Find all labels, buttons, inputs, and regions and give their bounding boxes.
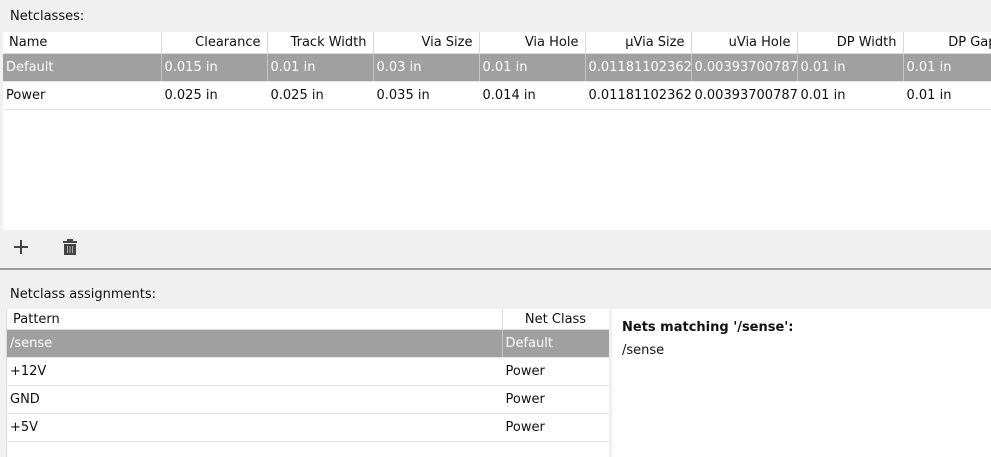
column-header-track-width[interactable]: Track Width [267,32,374,54]
cell-microvia-size[interactable]: 0.01181102362 [585,53,692,82]
cell-pattern[interactable]: GND [7,385,503,414]
matching-nets-panel: Nets matching '/sense': /sense [612,309,991,457]
matching-nets-title: Nets matching '/sense': [622,320,794,335]
column-header-via-hole[interactable]: Via Hole [479,32,586,54]
column-header-dp-width[interactable]: DP Width [797,32,904,54]
column-header-microvia-hole[interactable]: uVia Hole [691,32,798,54]
cell-dp-gap[interactable]: 0.01 in [903,53,991,82]
column-header-net-class[interactable]: Net Class [502,309,609,330]
cell-via-size[interactable]: 0.03 in [373,53,480,82]
cell-net-class[interactable]: Power [501,413,609,442]
netclasses-table: Name Clearance Track Width Via Size Via … [3,32,991,110]
netclasses-label: Netclasses: [10,9,85,24]
cell-net-class[interactable]: Power [501,357,609,386]
cell-track-width[interactable]: 0.025 in [267,81,374,110]
matching-net-item: /sense [622,343,665,358]
cell-via-hole[interactable]: 0.01 in [479,53,586,82]
cell-name[interactable]: Default [3,53,162,82]
cell-pattern[interactable]: +5V [7,413,503,442]
column-header-microvia-size[interactable]: μVia Size [585,32,692,54]
netclass-assignments-label: Netclass assignments: [10,287,156,302]
cell-dp-width[interactable]: 0.01 in [797,81,904,110]
assignment-row[interactable]: +12V Power [7,357,609,386]
cell-microvia-hole[interactable]: 0.00393700787 [691,81,798,110]
assignment-row[interactable]: +5V Power [7,413,609,442]
netclass-row-power[interactable]: Power 0.025 in 0.025 in 0.035 in 0.014 i… [3,81,991,110]
assignments-table: Pattern Net Class /sense Default +12V Po… [7,309,609,442]
panel-splitter[interactable] [0,268,991,270]
assignments-grid: Pattern Net Class /sense Default +12V Po… [6,309,609,457]
cell-dp-gap[interactable]: 0.01 in [903,81,991,110]
cell-clearance[interactable]: 0.015 in [161,53,268,82]
cell-clearance[interactable]: 0.025 in [161,81,268,110]
column-header-clearance[interactable]: Clearance [161,32,268,54]
cell-microvia-size[interactable]: 0.01181102362 [585,81,692,110]
cell-name[interactable]: Power [3,81,162,110]
cell-pattern[interactable]: +12V [7,357,503,386]
assignment-row[interactable]: GND Power [7,385,609,414]
netclasses-grid: Name Clearance Track Width Via Size Via … [3,32,991,230]
assignment-row[interactable]: /sense Default [7,329,609,358]
cell-track-width[interactable]: 0.01 in [267,53,374,82]
cell-microvia-hole[interactable]: 0.00393700787 [691,53,798,82]
cell-via-size[interactable]: 0.035 in [373,81,480,110]
assignments-header-row: Pattern Net Class [7,309,609,330]
netclass-row-default[interactable]: Default 0.015 in 0.01 in 0.03 in 0.01 in… [3,53,991,82]
cell-net-class[interactable]: Default [502,329,609,358]
netclasses-header-row: Name Clearance Track Width Via Size Via … [3,32,991,54]
trash-icon [63,239,77,255]
plus-icon [14,240,28,254]
column-header-via-size[interactable]: Via Size [373,32,480,54]
add-netclass-button[interactable] [10,236,32,258]
cell-via-hole[interactable]: 0.014 in [479,81,586,110]
column-header-dp-gap[interactable]: DP Gap [903,32,991,54]
cell-dp-width[interactable]: 0.01 in [797,53,904,82]
delete-netclass-button[interactable] [59,236,81,258]
column-header-name[interactable]: Name [3,32,162,54]
cell-pattern[interactable]: /sense [7,329,503,358]
column-header-pattern[interactable]: Pattern [7,309,503,330]
cell-net-class[interactable]: Power [501,385,609,414]
